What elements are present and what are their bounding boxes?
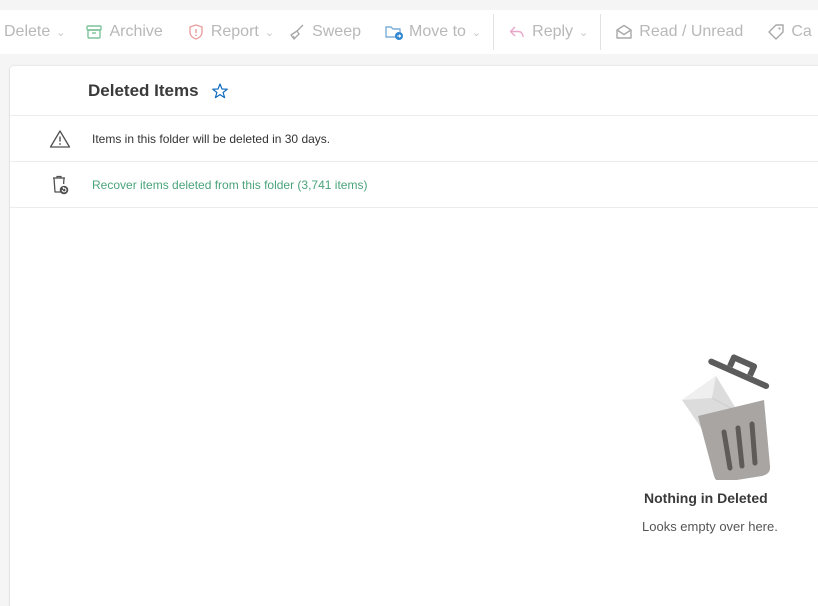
move-to-label: Move to bbox=[409, 23, 466, 40]
chevron-down-icon[interactable]: ⌄ bbox=[265, 26, 274, 39]
categorize-label: Ca bbox=[791, 23, 812, 40]
report-button[interactable]: Report ⌄ bbox=[179, 10, 280, 54]
chevron-down-icon[interactable]: ⌄ bbox=[56, 26, 65, 39]
folder-move-icon bbox=[383, 21, 405, 43]
delete-button[interactable]: Delete ⌄ bbox=[0, 10, 71, 54]
retention-notice: Items in this folder will be deleted in … bbox=[10, 116, 818, 162]
reply-label: Reply bbox=[532, 23, 574, 40]
recycle-bin-icon bbox=[48, 173, 72, 197]
folder-title: Deleted Items bbox=[88, 80, 199, 100]
sweep-label: Sweep bbox=[312, 23, 361, 40]
retention-text: Items in this folder will be deleted in … bbox=[92, 131, 331, 146]
archive-button[interactable]: Archive bbox=[77, 10, 168, 54]
empty-trash-illustration bbox=[682, 354, 771, 480]
reply-button[interactable]: Reply ⌄ bbox=[500, 10, 594, 54]
folder-header: Deleted Items bbox=[10, 66, 818, 116]
archive-icon bbox=[83, 21, 105, 43]
delete-label: Delete bbox=[4, 23, 51, 40]
categorize-button[interactable]: Ca bbox=[759, 10, 817, 54]
move-to-button[interactable]: Move to ⌄ bbox=[377, 10, 487, 54]
envelope-open-icon bbox=[613, 21, 635, 43]
recover-items-row: Recover items deleted from this folder (… bbox=[10, 162, 818, 208]
archive-label: Archive bbox=[109, 23, 163, 40]
read-unread-button[interactable]: Read / Unread bbox=[607, 10, 749, 54]
report-label: Report bbox=[210, 23, 259, 40]
reply-icon bbox=[506, 21, 528, 43]
warning-icon bbox=[48, 127, 72, 151]
shield-icon bbox=[185, 21, 207, 43]
read-unread-label: Read / Unread bbox=[639, 23, 744, 40]
empty-state-title: Nothing in Deleted bbox=[644, 490, 768, 506]
chevron-down-icon[interactable]: ⌄ bbox=[472, 26, 481, 39]
command-bar-row: Delete ⌄ Archive Report ⌄ Sweep Move to … bbox=[0, 10, 818, 54]
recover-items-link[interactable]: Recover items deleted from this folder (… bbox=[92, 178, 367, 192]
chevron-down-icon[interactable]: ⌄ bbox=[579, 26, 588, 39]
empty-state-subtitle: Looks empty over here. bbox=[642, 519, 778, 534]
command-bar: Delete ⌄ Archive Report ⌄ Sweep Move to … bbox=[0, 0, 818, 64]
tag-icon bbox=[765, 21, 787, 43]
sweep-button[interactable]: Sweep bbox=[280, 10, 367, 54]
toolbar-divider bbox=[600, 14, 602, 50]
star-icon[interactable] bbox=[211, 82, 229, 100]
broom-icon bbox=[286, 21, 308, 43]
toolbar-divider bbox=[493, 14, 495, 50]
